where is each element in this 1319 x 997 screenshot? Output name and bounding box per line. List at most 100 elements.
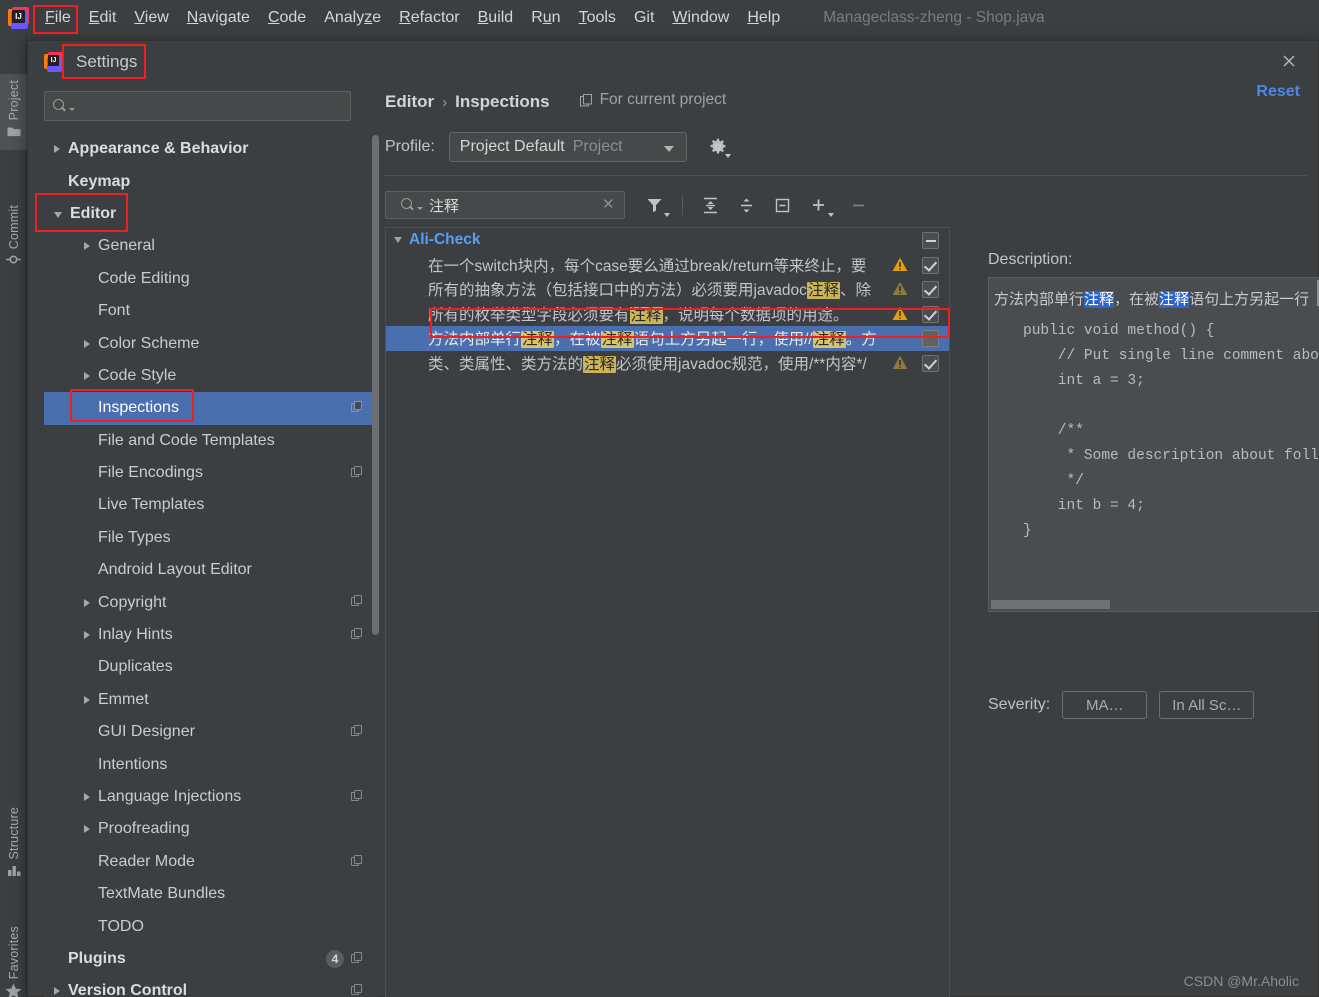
inspection-enabled-checkbox[interactable] [922, 305, 939, 323]
menu-view[interactable]: View [125, 7, 177, 29]
menu-refactor[interactable]: Refactor [390, 7, 468, 29]
settings-search-field[interactable] [44, 91, 351, 121]
tree-scrollbar[interactable] [372, 135, 379, 945]
chevron-down-icon[interactable] [54, 212, 62, 219]
sidebar-item-android-layout-editor[interactable]: Android Layout Editor [44, 554, 377, 586]
chevron-right-icon[interactable] [84, 631, 90, 640]
search-icon [401, 197, 416, 213]
sidebar-item-font[interactable]: Font [44, 295, 377, 327]
sidebar-item-language-injections[interactable]: Language Injections [44, 781, 377, 813]
stripe-project[interactable]: Project [0, 74, 27, 151]
sidebar-item-version-control[interactable]: Version Control [44, 975, 377, 995]
chevron-right-icon[interactable] [54, 145, 60, 154]
inspection-enabled-checkbox[interactable] [922, 281, 939, 298]
inspection-enabled-checkbox[interactable] [922, 354, 939, 372]
sidebar-item-label: Android Layout Editor [98, 561, 252, 579]
for-current-project[interactable]: For current project [579, 91, 726, 109]
sidebar-item-code-editing[interactable]: Code Editing [44, 263, 377, 295]
sidebar-item-file-and-code-templates[interactable]: File and Code Templates [44, 425, 377, 457]
sidebar-item-plugins[interactable]: Plugins 4 [44, 943, 377, 975]
inspection-row[interactable]: 所有的抽象方法（包括接口中的方法）必须要用javadoc注释、除 [386, 277, 949, 302]
collapse-all-icon[interactable] [733, 192, 760, 219]
sidebar-item-proofreading[interactable]: Proofreading [44, 813, 377, 845]
sidebar-item-gui-designer[interactable]: GUI Designer [44, 716, 377, 748]
inspection-filter-field[interactable]: 注释 ✕ [385, 191, 625, 219]
close-icon[interactable] [1278, 51, 1300, 73]
severity-value: MA… [1086, 696, 1124, 714]
inspection-enabled-checkbox[interactable] [922, 330, 939, 347]
profile-combobox[interactable]: Project Default Project [448, 131, 687, 162]
severity-dropdown[interactable]: MA… [1062, 691, 1148, 719]
sidebar-item-label: Reader Mode [98, 852, 195, 870]
sidebar-item-intentions[interactable]: Intentions [44, 748, 377, 780]
menu-file[interactable]: File [36, 7, 80, 29]
inspection-enabled-checkbox[interactable] [922, 256, 939, 274]
menu-analyze[interactable]: Analyze [315, 7, 390, 29]
sidebar-item-textmate-bundles[interactable]: TextMate Bundles [44, 878, 377, 910]
add-icon[interactable] [805, 192, 834, 219]
menu-help[interactable]: Help [738, 7, 789, 29]
chevron-down-icon[interactable] [394, 237, 402, 244]
sidebar-item-inspections[interactable]: Inspections [44, 392, 377, 425]
chevron-right-icon[interactable] [84, 371, 90, 380]
inspection-text-part: 必须使用javadoc规范，使用/**内容*/ [616, 355, 867, 373]
sidebar-item-live-templates[interactable]: Live Templates [44, 489, 377, 521]
chevron-right-icon[interactable] [84, 825, 90, 834]
description-hscrollbar[interactable] [991, 600, 1319, 609]
description-hscrollbar-thumb[interactable] [991, 600, 1110, 609]
sidebar-item-general[interactable]: General [44, 230, 377, 262]
inspection-row[interactable]: 方法内部单行注释，在被注释语句上方另起一行，使用//注释。方 [386, 326, 949, 351]
filter-icon[interactable] [641, 192, 670, 219]
search-match-highlight: 注释 [806, 282, 840, 300]
sidebar-item-label: Duplicates [98, 658, 173, 676]
stripe-structure[interactable]: Structure [0, 801, 27, 890]
breadcrumb-parent[interactable]: Editor [385, 92, 434, 112]
inspection-row[interactable]: 类、类属性、类方法的注释必须使用javadoc规范，使用/**内容*/ [386, 351, 949, 376]
chevron-right-icon[interactable] [84, 598, 90, 607]
collapse-node-icon[interactable] [769, 192, 796, 219]
stripe-commit[interactable]: Commit [0, 199, 27, 279]
sidebar-item-file-types[interactable]: File Types [44, 522, 377, 554]
scope-dropdown[interactable]: In All Sc… [1159, 691, 1255, 719]
sidebar-item-code-style[interactable]: Code Style [44, 360, 377, 392]
sidebar-item-copyright[interactable]: Copyright [44, 586, 377, 618]
group-checkbox[interactable] [922, 232, 939, 249]
inspections-list[interactable]: Ali-Check 在一个switch块内，每个case要么通过break/re… [385, 227, 950, 997]
chevron-right-icon[interactable] [54, 987, 60, 995]
remove-icon[interactable] [845, 192, 872, 219]
menu-tools[interactable]: Tools [570, 7, 625, 29]
menu-navigate[interactable]: Navigate [178, 7, 259, 29]
sidebar-item-inlay-hints[interactable]: Inlay Hints [44, 619, 377, 651]
severity-label: Severity: [988, 696, 1051, 713]
sidebar-item-emmet[interactable]: Emmet [44, 684, 377, 716]
tree-scrollbar-thumb[interactable] [372, 135, 379, 635]
gear-icon[interactable] [709, 138, 731, 158]
menu-build[interactable]: Build [469, 7, 523, 29]
chevron-right-icon[interactable] [84, 339, 90, 348]
expand-all-icon[interactable] [697, 192, 724, 219]
sidebar-item-todo[interactable]: TODO [44, 910, 377, 942]
inspection-row[interactable]: 所有的枚举类型字段必须要有注释，说明每个数据项的用途。 [386, 302, 949, 327]
chevron-right-icon[interactable] [84, 695, 90, 704]
clear-icon[interactable]: ✕ [602, 197, 615, 213]
sidebar-item-appearance-behavior[interactable]: Appearance & Behavior [44, 133, 377, 165]
menu-window[interactable]: Window [663, 7, 738, 29]
menu-edit[interactable]: Edit [80, 7, 126, 29]
sidebar-item-file-encodings[interactable]: File Encodings [44, 457, 377, 489]
chevron-right-icon[interactable] [84, 793, 90, 801]
sidebar-item-label: Language Injections [98, 788, 242, 805]
menu-code[interactable]: Code [259, 7, 315, 29]
inspection-row[interactable]: 在一个switch块内，每个case要么通过break/return等来终止，要 [386, 253, 949, 278]
chevron-right-icon[interactable] [84, 242, 90, 251]
sidebar-item-color-scheme[interactable]: Color Scheme [44, 327, 377, 359]
sidebar-item-duplicates[interactable]: Duplicates [44, 651, 377, 683]
warning-icon [892, 281, 908, 296]
settings-tree[interactable]: Appearance & Behavior Keymap Editor General… [44, 133, 377, 995]
stripe-favorites[interactable]: Favorites [0, 920, 27, 997]
sidebar-item-reader-mode[interactable]: Reader Mode [44, 846, 377, 878]
menu-run[interactable]: Run [522, 7, 569, 29]
inspection-group-row[interactable]: Ali-Check [386, 228, 949, 253]
sidebar-item-editor[interactable]: Editor [44, 198, 377, 230]
sidebar-item-keymap[interactable]: Keymap [44, 165, 377, 197]
menu-git[interactable]: Git [625, 7, 663, 29]
